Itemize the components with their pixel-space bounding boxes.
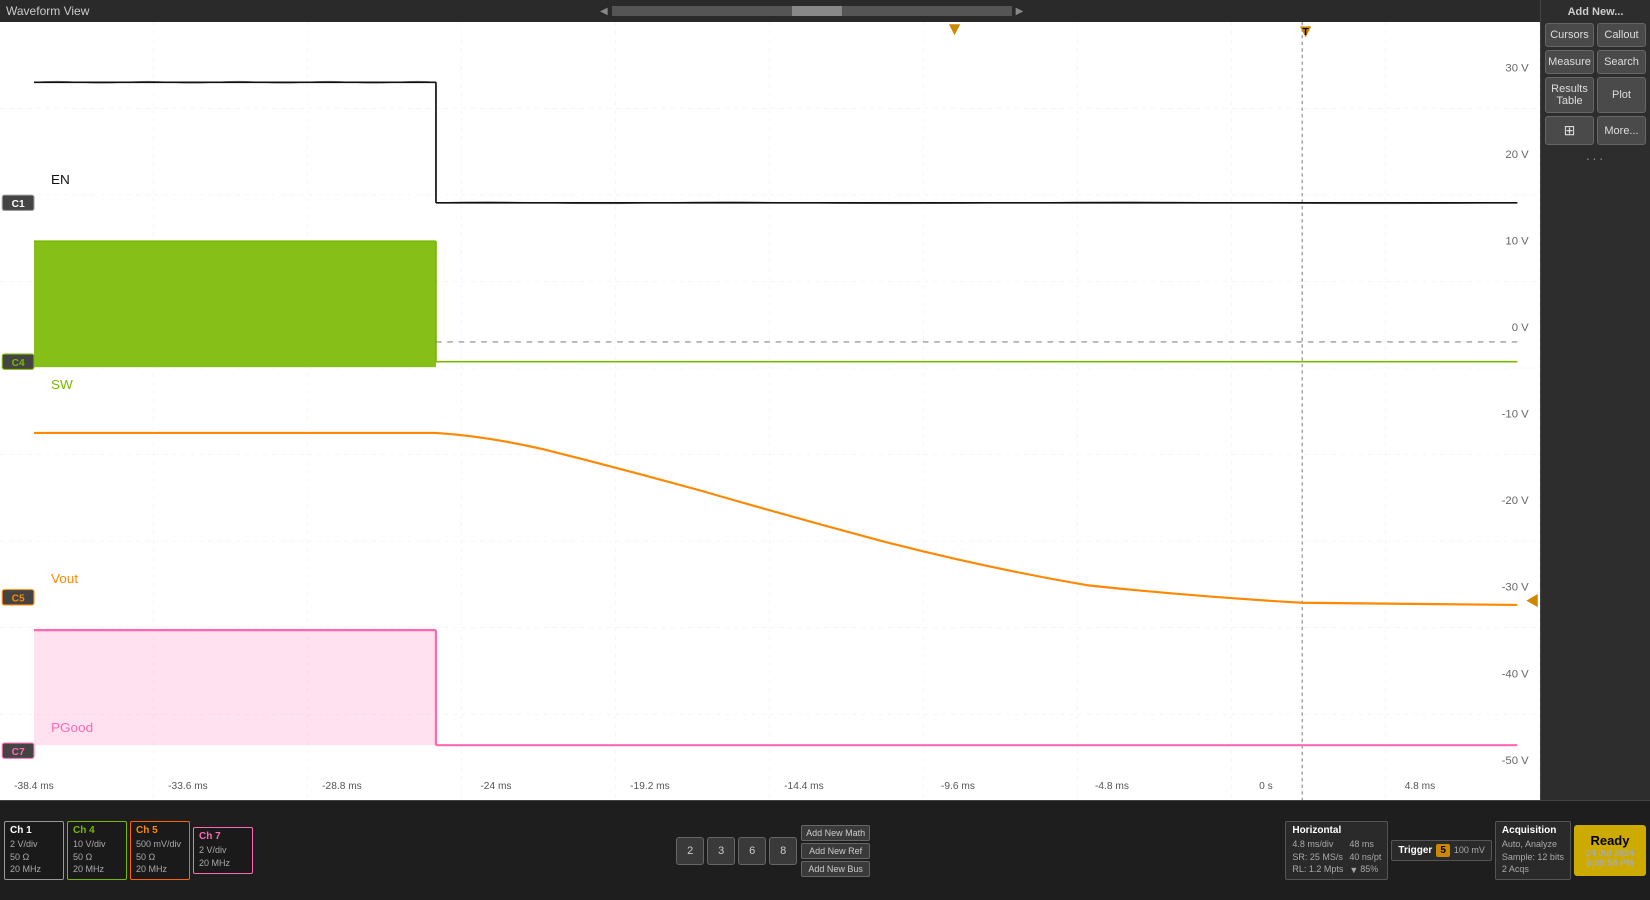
ch7-detail-2: 20 MHz	[199, 857, 247, 870]
num-3-button[interactable]: 3	[707, 837, 735, 865]
ch4-detail-3: 20 MHz	[73, 863, 121, 876]
trigger-details: 100 mV	[1454, 844, 1485, 857]
scroll-right-arrow[interactable]: ▶	[1012, 6, 1028, 17]
svg-text:C7: C7	[12, 747, 25, 758]
ch7-info[interactable]: Ch 7 2 V/div 20 MHz	[193, 827, 253, 873]
ch1-detail-3: 20 MHz	[10, 863, 58, 876]
num-6-button[interactable]: 6	[738, 837, 766, 865]
acq-line1: Auto, Analyze	[1502, 838, 1564, 851]
ch1-info[interactable]: Ch 1 2 V/div 50 Ω 20 MHz	[4, 821, 64, 880]
analyze-button[interactable]: ⊞	[1545, 116, 1594, 145]
svg-text:C1: C1	[12, 199, 25, 210]
cursors-button[interactable]: Cursors	[1545, 23, 1594, 47]
svg-text:C4: C4	[12, 358, 25, 369]
svg-text:C5: C5	[12, 594, 25, 605]
horizontal-info[interactable]: Horizontal 4.8 ms/div SR: 25 MS/s RL: 1.…	[1285, 821, 1388, 880]
ch5-detail-1: 500 mV/div	[136, 838, 184, 851]
svg-text:-4.8 ms: -4.8 ms	[1095, 781, 1129, 792]
ready-button[interactable]: Ready 24 Jul 2024 6:09:58 PM	[1574, 825, 1646, 876]
svg-text:-30 V: -30 V	[1502, 582, 1530, 594]
num-2-button[interactable]: 2	[676, 837, 704, 865]
right-panel: Add New... Cursors Callout Measure Searc…	[1540, 0, 1650, 800]
ch5-label: Ch 5	[136, 825, 184, 836]
svg-text:-50 V: -50 V	[1502, 755, 1530, 767]
ch5-info[interactable]: Ch 5 500 mV/div 50 Ω 20 MHz	[130, 821, 190, 880]
svg-text:-38.4 ms: -38.4 ms	[14, 781, 54, 792]
ch4-detail-1: 10 V/div	[73, 838, 121, 851]
channel-spacer: 2 3 6 8 Add New Math Add New Ref Add New…	[256, 825, 1282, 877]
svg-text:-40 V: -40 V	[1502, 668, 1530, 680]
waveform-canvas: T 30 V 20 V 10 V 0 V -10 V -20 V -30 V -…	[0, 22, 1540, 800]
svg-text:30 V: 30 V	[1505, 62, 1529, 74]
acquisition-title: Acquisition	[1502, 825, 1564, 836]
svg-text:T: T	[1302, 27, 1309, 38]
num-buttons: 2 3 6 8	[676, 837, 797, 865]
svg-text:20 V: 20 V	[1505, 149, 1529, 161]
scroll-indicator[interactable]: ◀ ▶	[89, 6, 1534, 17]
acq-line2: Sample: 12 bits	[1502, 851, 1564, 864]
trigger-num: 5	[1436, 844, 1450, 857]
time-text: 6:09:58 PM	[1586, 858, 1634, 868]
ch4-label: Ch 4	[73, 825, 121, 836]
svg-text:EN: EN	[51, 172, 70, 187]
trigger-left: Trigger	[1398, 845, 1432, 856]
svg-text:0 s: 0 s	[1259, 781, 1273, 792]
scroll-bar[interactable]	[612, 6, 1012, 16]
svg-text:-33.6 ms: -33.6 ms	[168, 781, 208, 792]
svg-text:-19.2 ms: -19.2 ms	[630, 781, 670, 792]
callout-button[interactable]: Callout	[1597, 23, 1646, 47]
svg-text:4.8 ms: 4.8 ms	[1405, 781, 1436, 792]
add-ref-button[interactable]: Add New Ref	[801, 843, 870, 859]
svg-text:-20 V: -20 V	[1502, 495, 1530, 507]
svg-text:-14.4 ms: -14.4 ms	[784, 781, 824, 792]
ch5-detail-3: 20 MHz	[136, 863, 184, 876]
horizontal-right: 48 ms 40 ns/pt ▼ 85%	[1349, 838, 1381, 876]
ch1-detail-2: 50 Ω	[10, 851, 58, 864]
trigger-level: 100 mV	[1454, 844, 1485, 857]
ch7-label: Ch 7	[199, 831, 247, 842]
panel-dots: ···	[1545, 148, 1646, 168]
acquisition-info[interactable]: Acquisition Auto, Analyze Sample: 12 bit…	[1495, 821, 1571, 880]
bottom-bar: Ch 1 2 V/div 50 Ω 20 MHz Ch 4 10 V/div 5…	[0, 800, 1650, 900]
svg-text:Vout: Vout	[51, 571, 78, 586]
trigger-info[interactable]: Trigger 5 100 mV	[1391, 840, 1492, 861]
trigger-title: Trigger	[1398, 845, 1432, 856]
ch5-detail-2: 50 Ω	[136, 851, 184, 864]
measure-button[interactable]: Measure	[1545, 50, 1594, 74]
svg-text:-10 V: -10 V	[1502, 409, 1530, 421]
svg-text:-9.6 ms: -9.6 ms	[941, 781, 975, 792]
down-arrow-icon: ▼	[1349, 865, 1358, 875]
scroll-left-arrow[interactable]: ◀	[596, 6, 612, 17]
add-new-title: Add New...	[1545, 4, 1646, 20]
date-text: 24 Jul 2024	[1586, 848, 1634, 858]
waveform-title-bar: Waveform View ◀ ▶	[0, 0, 1540, 22]
svg-text:0 V: 0 V	[1512, 322, 1530, 334]
plot-button[interactable]: Plot	[1597, 77, 1646, 113]
svg-text:-28.8 ms: -28.8 ms	[322, 781, 362, 792]
add-buttons: Add New Math Add New Ref Add New Bus	[801, 825, 870, 877]
waveform-svg: T 30 V 20 V 10 V 0 V -10 V -20 V -30 V -…	[0, 22, 1540, 800]
svg-text:PGood: PGood	[51, 720, 93, 735]
ch1-detail-1: 2 V/div	[10, 838, 58, 851]
more-button[interactable]: More...	[1597, 116, 1646, 145]
results-table-button[interactable]: Results Table	[1545, 77, 1594, 113]
waveform-title: Waveform View	[6, 4, 89, 18]
horizontal-pct: 85%	[1360, 863, 1378, 876]
acq-line3: 2 Acqs	[1502, 863, 1564, 876]
ch4-info[interactable]: Ch 4 10 V/div 50 Ω 20 MHz	[67, 821, 127, 880]
ch7-detail-1: 2 V/div	[199, 844, 247, 857]
horizontal-title: Horizontal	[1292, 825, 1381, 836]
svg-text:-24 ms: -24 ms	[480, 781, 511, 792]
scroll-thumb[interactable]	[792, 6, 842, 16]
ch4-detail-2: 50 Ω	[73, 851, 121, 864]
num-8-button[interactable]: 8	[769, 837, 797, 865]
svg-text:10 V: 10 V	[1505, 236, 1529, 248]
add-bus-button[interactable]: Add New Bus	[801, 861, 870, 877]
search-button[interactable]: Search	[1597, 50, 1646, 74]
svg-text:SW: SW	[51, 377, 73, 392]
ch1-label: Ch 1	[10, 825, 58, 836]
horizontal-left: 4.8 ms/div SR: 25 MS/s RL: 1.2 Mpts	[1292, 838, 1343, 876]
add-math-button[interactable]: Add New Math	[801, 825, 870, 841]
